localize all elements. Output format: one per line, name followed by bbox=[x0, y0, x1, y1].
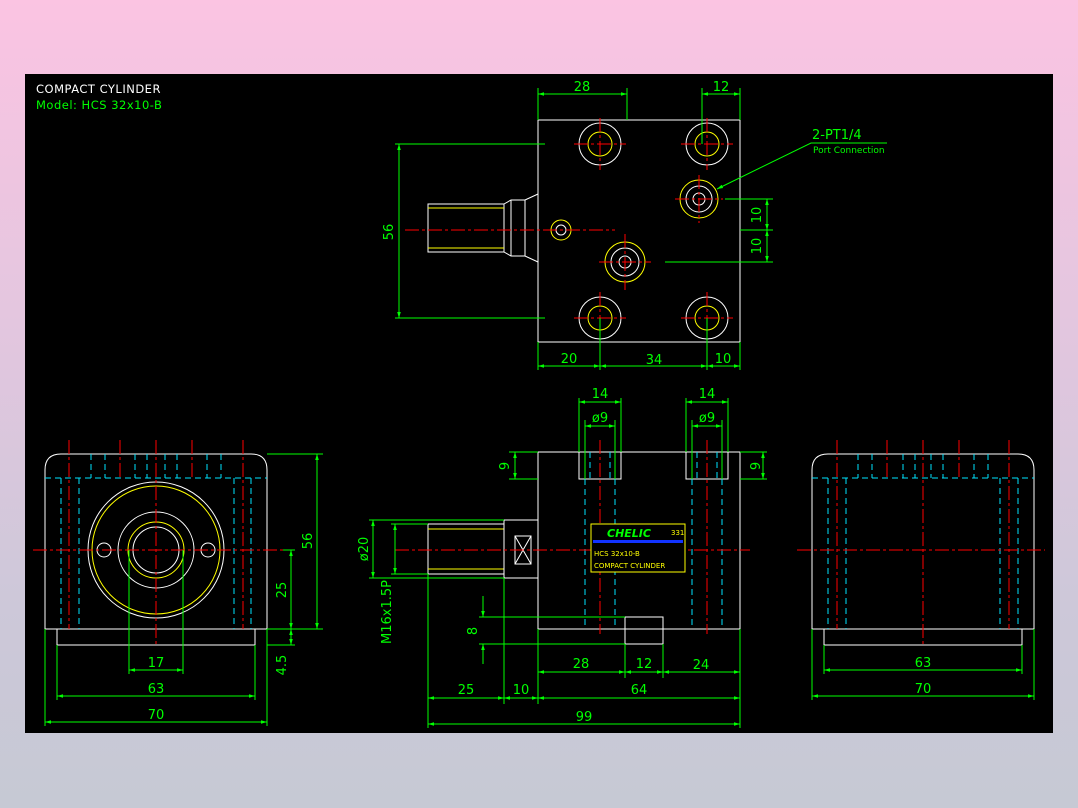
dim-10-bottom: 10 bbox=[715, 352, 732, 367]
plate-code: 331 bbox=[671, 529, 684, 537]
dim-10-a: 10 bbox=[750, 207, 765, 224]
dim-25-left: 25 bbox=[275, 582, 290, 599]
dim-9-left: 9 bbox=[498, 462, 513, 470]
dim-64-front: 64 bbox=[631, 683, 648, 698]
right-view-dimension-text: 63 70 bbox=[915, 656, 932, 697]
front-view-center-lines bbox=[395, 440, 750, 634]
front-view: CHELIC 331 HCS 32x10-B COMPACT CYLINDER bbox=[357, 387, 767, 728]
dim-99-front: 99 bbox=[576, 710, 593, 725]
technical-drawing: 28 12 56 10 10 20 34 10 2-PT1/4 Port Con… bbox=[33, 80, 1045, 728]
dim-thread: M16x1.5P bbox=[380, 580, 395, 644]
top-view-center-lines bbox=[405, 118, 733, 344]
dim-14-left: 14 bbox=[592, 387, 609, 402]
front-view-rod bbox=[427, 519, 539, 579]
dim-12: 12 bbox=[713, 80, 730, 95]
product-label-plate: CHELIC 331 HCS 32x10-B COMPACT CYLINDER bbox=[590, 523, 686, 573]
left-view: 56 25 4.5 17 63 70 bbox=[33, 440, 323, 726]
right-view-center-lines bbox=[797, 440, 1045, 646]
right-view: 63 70 bbox=[797, 440, 1045, 700]
dim-17: 17 bbox=[148, 656, 165, 671]
left-view-center-lines bbox=[33, 440, 283, 646]
top-view: 28 12 56 10 10 20 34 10 2-PT1/4 Port Con… bbox=[382, 80, 887, 370]
dim-56-top: 56 bbox=[382, 224, 397, 241]
top-view-dimension-text: 28 12 56 10 10 20 34 10 2-PT1/4 Port Con… bbox=[382, 80, 885, 368]
drawing-sheet: COMPACT CYLINDER Model: HCS 32x10-B 28 1… bbox=[25, 74, 1053, 733]
top-view-mount-holes bbox=[550, 122, 729, 340]
dim-63-left: 63 bbox=[148, 682, 165, 697]
front-view-dimension-text: 14 14 ø9 ø9 9 9 ø20 M16x1.5P 8 28 12 24 … bbox=[357, 387, 764, 725]
dim-70-right: 70 bbox=[915, 682, 932, 697]
dim-dia9-left: ø9 bbox=[592, 411, 608, 426]
dim-28-front: 28 bbox=[573, 657, 590, 672]
dim-25-front: 25 bbox=[458, 683, 475, 698]
plate-brand: CHELIC bbox=[607, 527, 651, 540]
dim-20: 20 bbox=[561, 352, 578, 367]
dim-8: 8 bbox=[466, 627, 481, 635]
front-view-slots bbox=[578, 451, 729, 480]
callout-sublabel: Port Connection bbox=[813, 146, 885, 156]
dim-9-right: 9 bbox=[749, 462, 764, 470]
plate-name: COMPACT CYLINDER bbox=[594, 562, 665, 570]
top-view-body bbox=[537, 119, 741, 343]
dim-28: 28 bbox=[574, 80, 591, 95]
dim-14-right: 14 bbox=[699, 387, 716, 402]
plate-model: HCS 32x10-B bbox=[594, 550, 640, 558]
dim-24-front: 24 bbox=[693, 658, 710, 673]
dim-12-front: 12 bbox=[636, 657, 653, 672]
dim-dia9-right: ø9 bbox=[699, 411, 715, 426]
dim-56-left: 56 bbox=[301, 533, 316, 550]
top-view-rod bbox=[427, 193, 539, 263]
callout-label: 2-PT1/4 bbox=[812, 128, 862, 143]
dim-4-5: 4.5 bbox=[275, 655, 290, 676]
dim-10-b: 10 bbox=[750, 238, 765, 255]
dim-10-front: 10 bbox=[513, 683, 530, 698]
dim-70-left: 70 bbox=[148, 708, 165, 723]
dim-34: 34 bbox=[646, 353, 663, 368]
front-view-key bbox=[624, 616, 664, 645]
dim-dia20: ø20 bbox=[357, 537, 372, 562]
dim-63-right: 63 bbox=[915, 656, 932, 671]
